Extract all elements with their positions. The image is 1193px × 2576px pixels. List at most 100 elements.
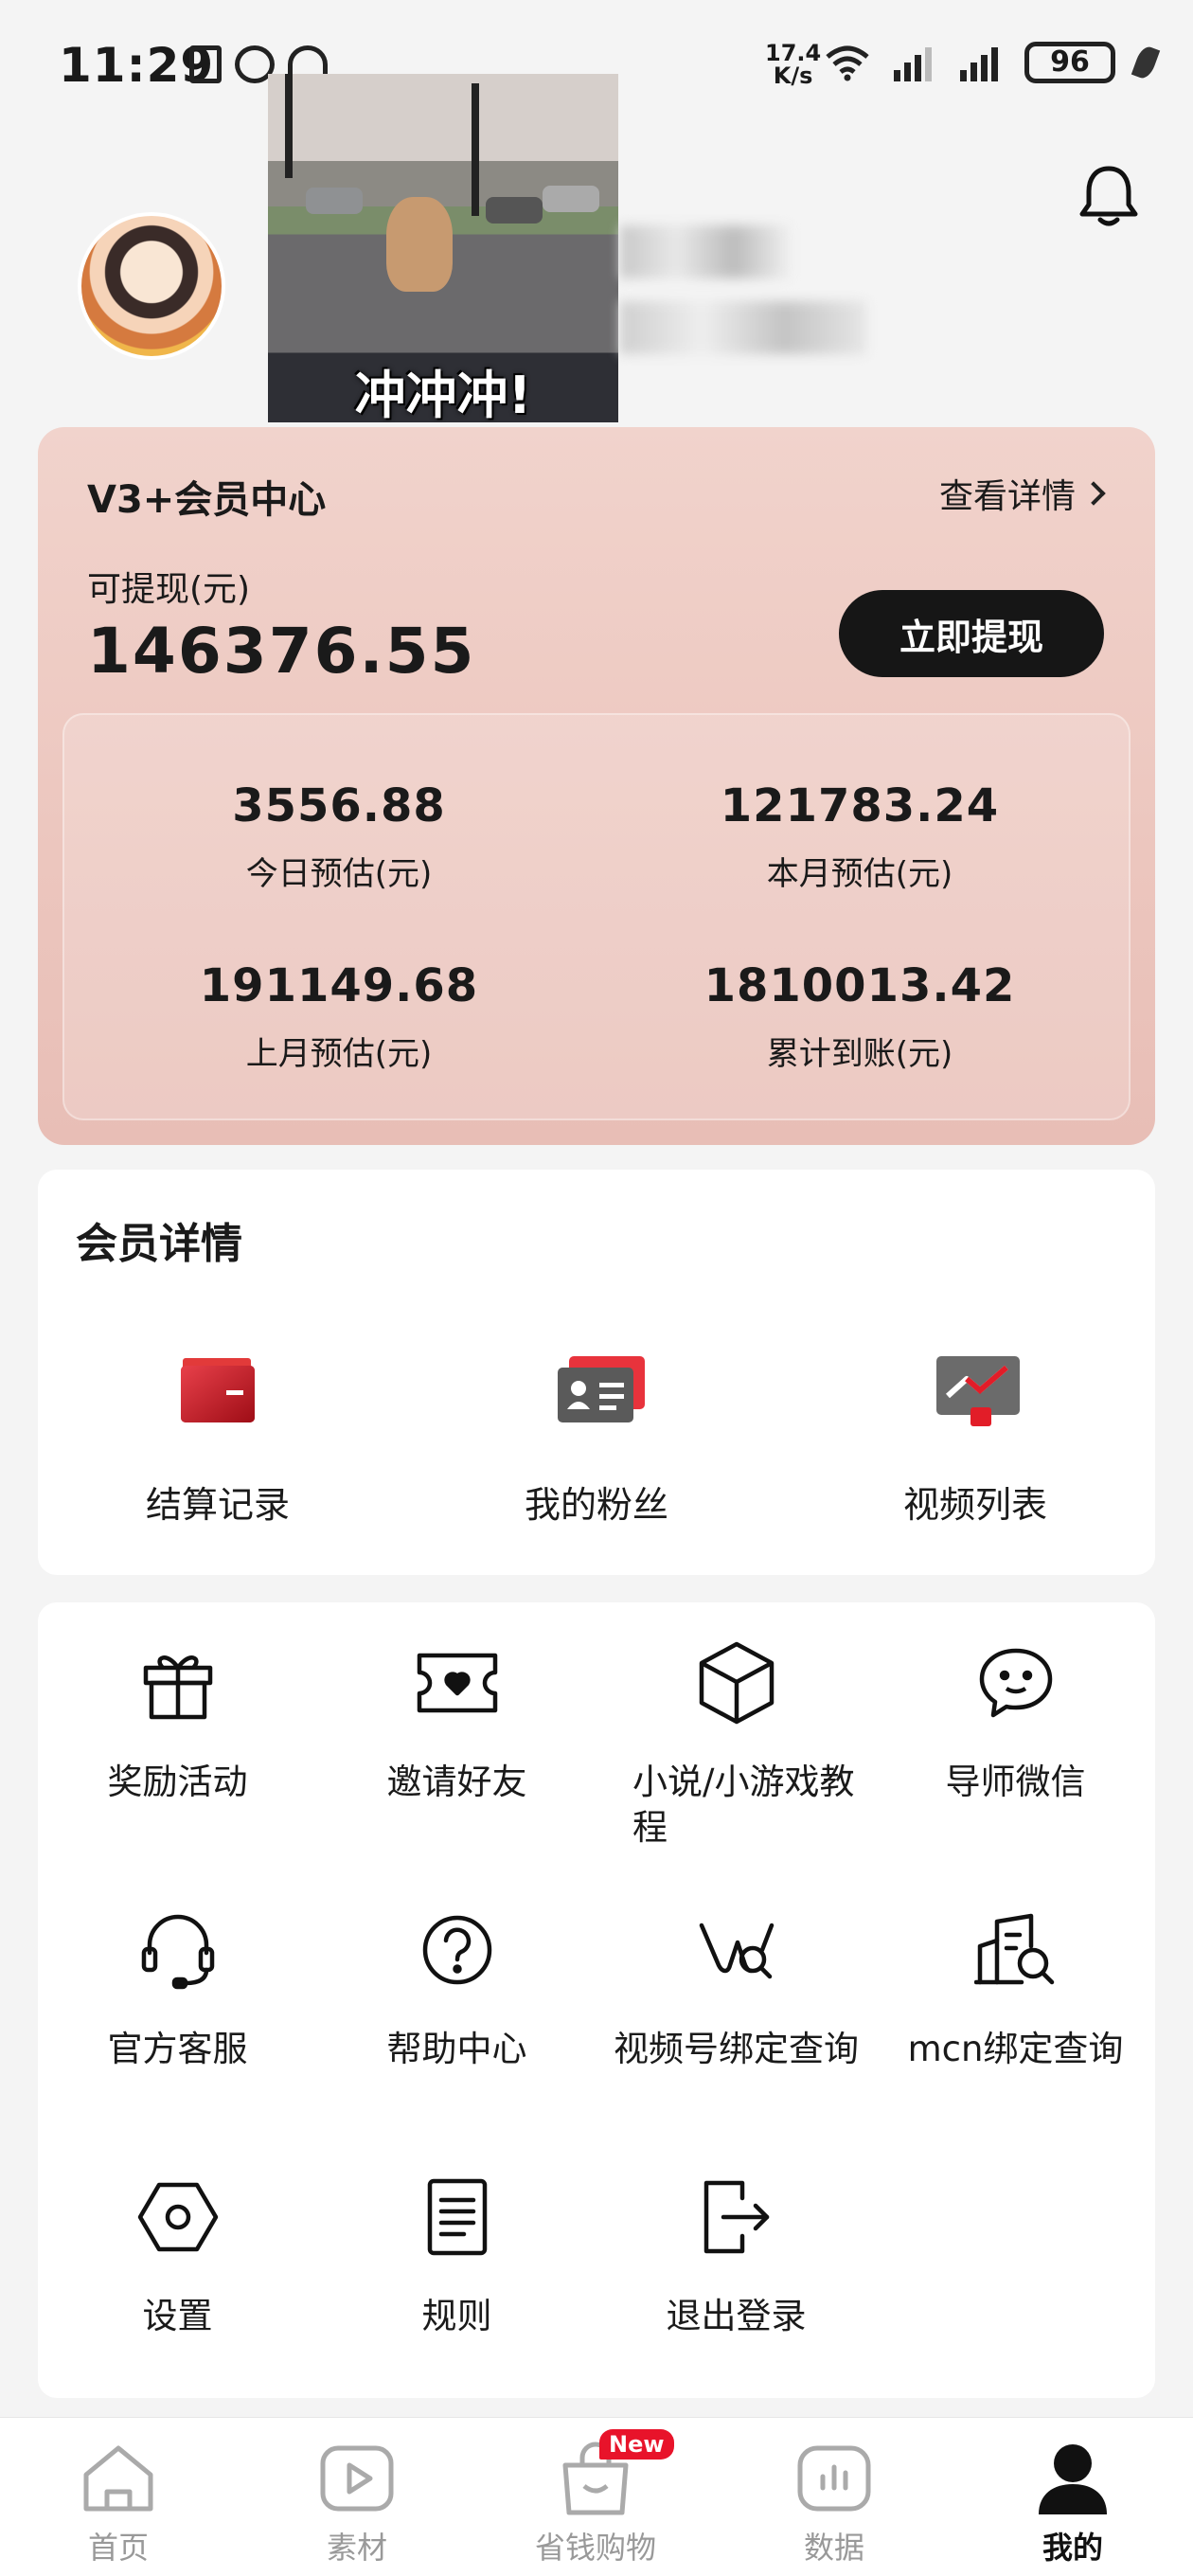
nav-label: 我的 (1042, 2530, 1103, 2566)
grid-item-label: 邀请好友 (386, 1762, 527, 1802)
avatar[interactable] (78, 212, 225, 360)
settlement-records-label: 结算记录 (145, 1484, 290, 1526)
stat-label: 累计到账(元) (766, 1035, 953, 1073)
home-icon (79, 2439, 158, 2518)
gift-icon (135, 1640, 221, 1726)
building-search-icon (973, 1907, 1059, 1993)
grid-item-rules[interactable]: 规则 (317, 2174, 596, 2339)
grid-item-label: 帮助中心 (386, 2029, 527, 2069)
traffic-pole (285, 74, 293, 178)
stat-label: 上月预估(元) (245, 1035, 433, 1073)
play-icon (317, 2439, 397, 2518)
document-icon (415, 2174, 500, 2260)
bear-figure (386, 197, 453, 292)
settlement-records-item[interactable]: 结算记录 (38, 1354, 398, 1528)
video-list-label: 视频列表 (902, 1484, 1047, 1526)
member-details-card: 会员详情 结算记录 我的粉丝 视频列表 (38, 1170, 1155, 1575)
withdrawable-amount: 146376.55 (87, 615, 476, 688)
nav-label: 省钱购物 (534, 2530, 656, 2566)
ticket-heart-icon (415, 1640, 500, 1726)
car-3 (543, 186, 599, 212)
tools-grid-card: 奖励活动 邀请好友 小说/小游戏教程 导师微信 官方客服 帮助中心 视频号绑定查… (38, 1602, 1155, 2398)
nav-data[interactable]: 数据 (739, 2439, 929, 2567)
nav-label: 数据 (803, 2530, 864, 2566)
nav-label: 素材 (326, 2530, 387, 2566)
shopping-bag-icon: New (556, 2429, 674, 2518)
net-speed-unit: K/s (773, 63, 813, 89)
grid-item-tutorial[interactable]: 小说/小游戏教程 (596, 1640, 876, 1851)
blurred-user-id (620, 301, 866, 354)
member-details-heading: 会员详情 (76, 1220, 242, 1268)
signal-icon-2 (958, 44, 1004, 81)
settings-hex-icon (135, 2174, 221, 2260)
blurred-username (620, 225, 791, 278)
view-details-label: 查看详情 (938, 477, 1076, 516)
new-badge: New (599, 2429, 674, 2460)
view-details-link[interactable]: 查看详情 (938, 469, 1106, 518)
chat-bubble-icon (973, 1640, 1059, 1726)
grid-item-logout[interactable]: 退出登录 (596, 2174, 876, 2339)
grid-item-label: 导师微信 (945, 1762, 1086, 1802)
grid-item-label: mcn绑定查询 (907, 2029, 1124, 2069)
stat-label: 本月预估(元) (766, 855, 953, 893)
nav-shopping[interactable]: New 省钱购物 (501, 2429, 690, 2567)
battery-indicator: 96 (1024, 42, 1115, 83)
stat-value: 3556.88 (232, 779, 446, 832)
signal-icon (892, 44, 937, 81)
grid-item-label: 小说/小游戏教程 (632, 1762, 855, 1848)
chevron-right-icon (1081, 481, 1106, 506)
gif-caption: 冲冲冲! (354, 366, 532, 422)
car (306, 188, 363, 214)
bell-icon[interactable] (1077, 163, 1140, 233)
help-icon (415, 1907, 500, 1993)
earnings-stats-panel: 3556.88 今日预估(元) 121783.24 本月预估(元) 191149… (62, 713, 1131, 1120)
wallet-icon (177, 1354, 258, 1426)
bottom-nav: 首页 素材 New 省钱购物 数据 我的 (0, 2417, 1193, 2576)
channels-search-icon (694, 1907, 779, 1993)
person-icon (1033, 2439, 1113, 2518)
grid-item-label: 设置 (142, 2296, 213, 2336)
grid-item-mentor-wechat[interactable]: 导师微信 (876, 1640, 1155, 1805)
stat-cumulative: 1810013.42 累计到账(元) (623, 959, 1096, 1074)
id-card-icon (556, 1354, 645, 1426)
power-saving-icon (1131, 44, 1161, 81)
nav-materials[interactable]: 素材 (262, 2439, 452, 2567)
net-speed: 17.4 K/s (765, 42, 821, 87)
car-2 (486, 197, 543, 224)
stat-value: 121783.24 (720, 779, 1000, 832)
grid-item-label: 视频号绑定查询 (614, 2029, 859, 2069)
sticker-gif: 冲冲冲! (268, 74, 618, 422)
grid-item-label: 官方客服 (107, 2029, 248, 2069)
nav-mine[interactable]: 我的 (978, 2439, 1167, 2567)
bar-chart-icon (794, 2439, 874, 2518)
nav-home[interactable]: 首页 (24, 2439, 213, 2567)
box-icon (694, 1640, 779, 1726)
vip-center-card: V3+会员中心 查看详情 可提现(元) 146376.55 立即提现 3556.… (38, 427, 1155, 1145)
nav-label: 首页 (87, 2530, 149, 2566)
stat-value: 191149.68 (199, 959, 479, 1012)
trend-chart-icon (935, 1354, 1020, 1426)
video-list-item[interactable]: 视频列表 (795, 1354, 1155, 1528)
logout-icon (694, 2174, 779, 2260)
net-speed-value: 17.4 (765, 40, 822, 66)
withdraw-now-button[interactable]: 立即提现 (839, 590, 1104, 677)
grid-item-rewards[interactable]: 奖励活动 (38, 1640, 317, 1805)
headset-icon (135, 1907, 221, 1993)
grid-item-label: 规则 (421, 2296, 492, 2336)
stat-value: 1810013.42 (703, 959, 1016, 1012)
withdrawable-label: 可提现(元) (87, 570, 251, 609)
stat-today: 3556.88 今日预估(元) (102, 779, 576, 894)
wifi-icon (824, 44, 871, 81)
grid-item-invite[interactable]: 邀请好友 (317, 1640, 596, 1805)
grid-item-help-center[interactable]: 帮助中心 (317, 1907, 596, 2072)
vip-title: V3+会员中心 (87, 478, 327, 522)
grid-item-channels-binding[interactable]: 视频号绑定查询 (596, 1907, 876, 2072)
my-fans-item[interactable]: 我的粉丝 (417, 1354, 776, 1528)
traffic-pole-2 (472, 83, 479, 216)
my-fans-label: 我的粉丝 (524, 1484, 668, 1526)
grid-item-label: 退出登录 (666, 2296, 807, 2336)
grid-item-settings[interactable]: 设置 (38, 2174, 317, 2339)
grid-item-mcn-binding[interactable]: mcn绑定查询 (876, 1907, 1155, 2072)
grid-item-label: 奖励活动 (107, 1762, 248, 1802)
grid-item-customer-service[interactable]: 官方客服 (38, 1907, 317, 2072)
